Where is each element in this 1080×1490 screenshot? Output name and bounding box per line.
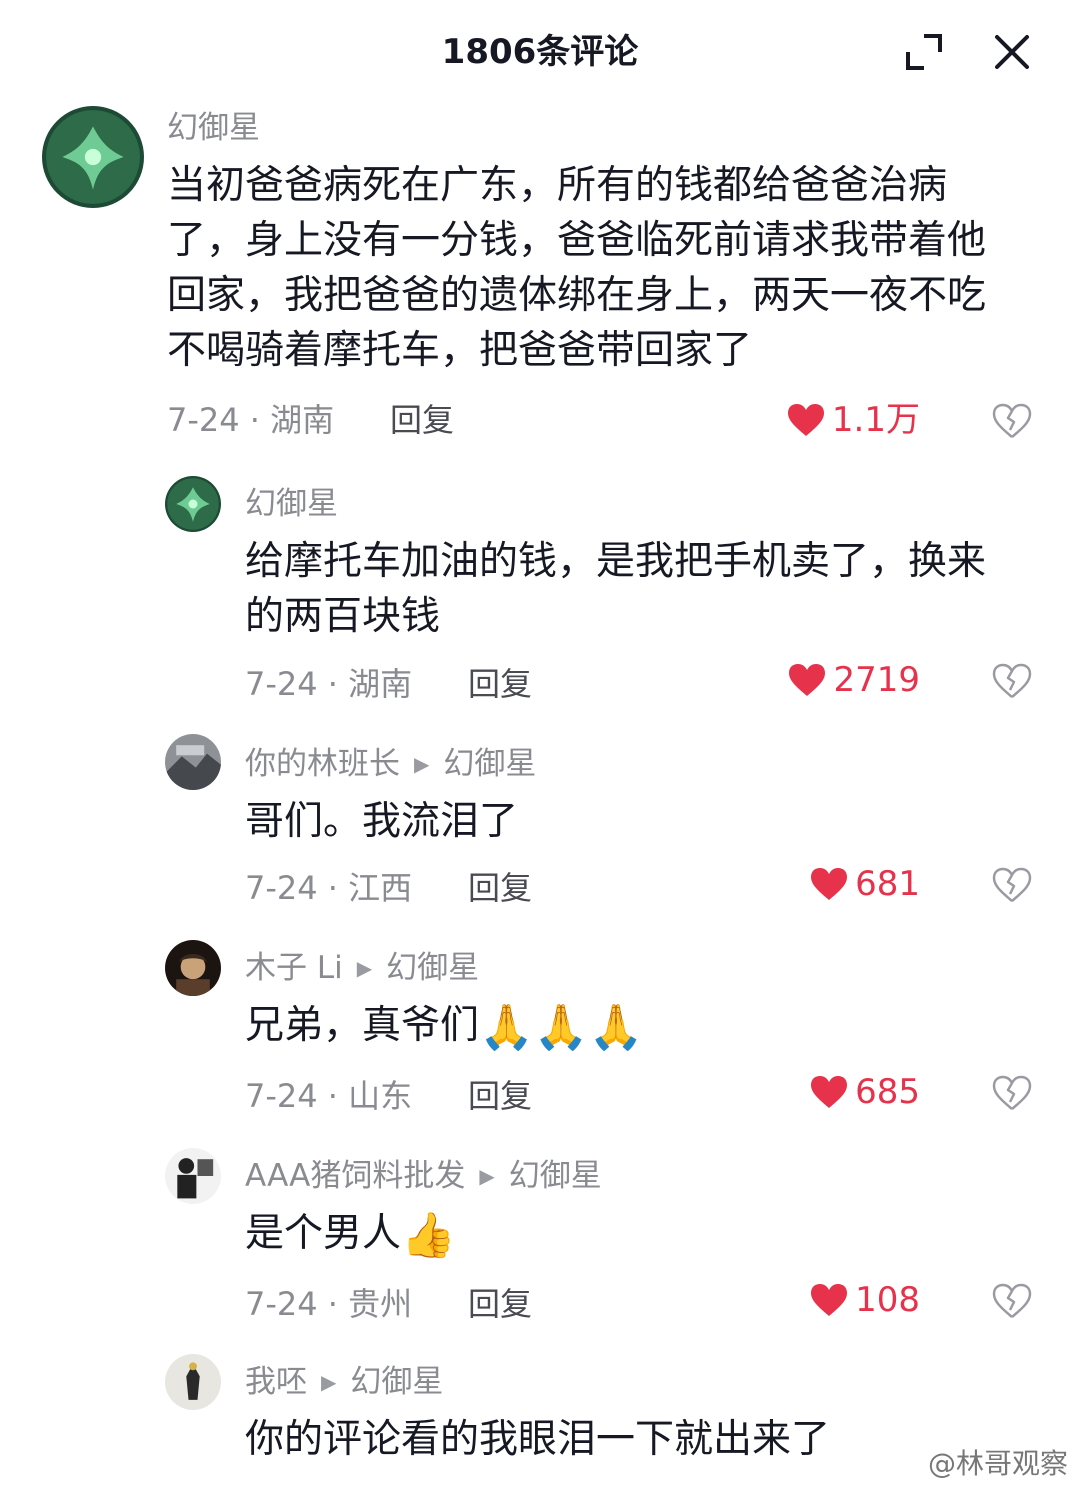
comment-text: 哥们。我流泪了	[245, 799, 519, 844]
reply-button[interactable]: 回复	[468, 1284, 532, 1324]
username[interactable]: 你的林班长	[245, 746, 400, 782]
comment-text: 当初爸爸病死在广东，所有的钱都给爸爸治病了，身上没有一分钱，爸爸临死前请求我带着…	[167, 163, 987, 373]
heart-icon	[809, 866, 849, 902]
comment-username[interactable]: 你的林班长 ▶ 幻御星	[245, 744, 536, 787]
heart-icon	[809, 1282, 849, 1318]
comment-username[interactable]: AAA猪饲料批发 ▶ 幻御星	[245, 1156, 602, 1199]
reply-to-username[interactable]: 幻御星	[443, 746, 536, 782]
broken-heart-icon[interactable]	[992, 1074, 1032, 1112]
broken-heart-icon[interactable]	[992, 866, 1032, 904]
avatar[interactable]	[165, 1354, 221, 1410]
comment-meta: 7-24 · 江西	[245, 869, 413, 907]
reply-to-username[interactable]: 幻御星	[509, 1158, 602, 1194]
like-count: 685	[855, 1072, 920, 1112]
comment-text: 你的评论看的我眼泪一下就出来了	[245, 1417, 831, 1462]
comment-text-body: 兄弟，真爷们	[245, 1003, 480, 1048]
praying-hands-emoji: 🙏🙏🙏	[479, 1002, 644, 1053]
broken-heart-icon[interactable]	[992, 662, 1032, 700]
comment-username[interactable]: 幻御星	[245, 484, 338, 524]
like-count: 681	[855, 864, 920, 904]
reply-arrow-icon: ▶	[321, 1370, 337, 1394]
username[interactable]: 我呸	[245, 1364, 307, 1400]
heart-icon	[786, 402, 826, 438]
comment-username[interactable]: 幻御星	[167, 108, 260, 148]
avatar[interactable]	[165, 1148, 221, 1204]
watermark: @林哥观察	[927, 1447, 1068, 1480]
comment-meta: 7-24 · 湖南	[167, 401, 335, 439]
avatar[interactable]	[165, 734, 221, 790]
comment-meta: 7-24 · 贵州	[245, 1285, 413, 1323]
like-count: 2719	[833, 660, 920, 700]
expand-icon[interactable]	[902, 30, 946, 74]
reply-to-username[interactable]: 幻御星	[350, 1364, 443, 1400]
reply-arrow-icon: ▶	[356, 956, 373, 980]
like-button[interactable]: 2719	[787, 660, 920, 700]
avatar[interactable]	[42, 106, 144, 208]
comments-header: 1806条评论	[0, 0, 1080, 104]
heart-icon	[787, 662, 827, 698]
comment-text: 兄弟，真爷们🙏🙏🙏	[245, 998, 1008, 1055]
username[interactable]: AAA猪饲料批发	[245, 1158, 465, 1194]
close-icon[interactable]	[990, 30, 1034, 74]
comment-username[interactable]: 我呸 ▶ 幻御星	[245, 1362, 443, 1405]
heart-icon	[809, 1074, 849, 1110]
broken-heart-icon[interactable]	[992, 1282, 1032, 1320]
like-count: 1.1万	[831, 400, 920, 440]
reply-arrow-icon: ▶	[414, 752, 430, 776]
comment-text: 是个男人👍	[245, 1206, 1008, 1263]
reply-button[interactable]: 回复	[468, 1076, 532, 1116]
comment-username[interactable]: 木子 Li ▶ 幻御星	[245, 948, 479, 991]
comment-text: 给摩托车加油的钱，是我把手机卖了，换来的两百块钱	[245, 539, 987, 639]
comment-meta: 7-24 · 山东	[245, 1077, 413, 1115]
like-button[interactable]: 685	[809, 1072, 920, 1112]
like-count: 108	[855, 1280, 920, 1320]
comment-text-body: 是个男人	[245, 1211, 402, 1256]
comment-meta: 7-24 · 湖南	[245, 665, 413, 703]
avatar[interactable]	[165, 940, 221, 996]
avatar[interactable]	[165, 476, 221, 532]
reply-button[interactable]: 回复	[390, 400, 454, 440]
broken-heart-icon[interactable]	[992, 402, 1032, 440]
like-button[interactable]: 1.1万	[786, 400, 920, 440]
reply-to-username[interactable]: 幻御星	[386, 950, 479, 986]
username[interactable]: 木子 Li	[245, 950, 343, 986]
like-button[interactable]: 108	[809, 1280, 920, 1320]
reply-button[interactable]: 回复	[468, 868, 532, 908]
like-button[interactable]: 681	[809, 864, 920, 904]
reply-button[interactable]: 回复	[468, 664, 532, 704]
reply-arrow-icon: ▶	[479, 1164, 495, 1188]
thumbs-up-emoji: 👍	[401, 1210, 456, 1261]
